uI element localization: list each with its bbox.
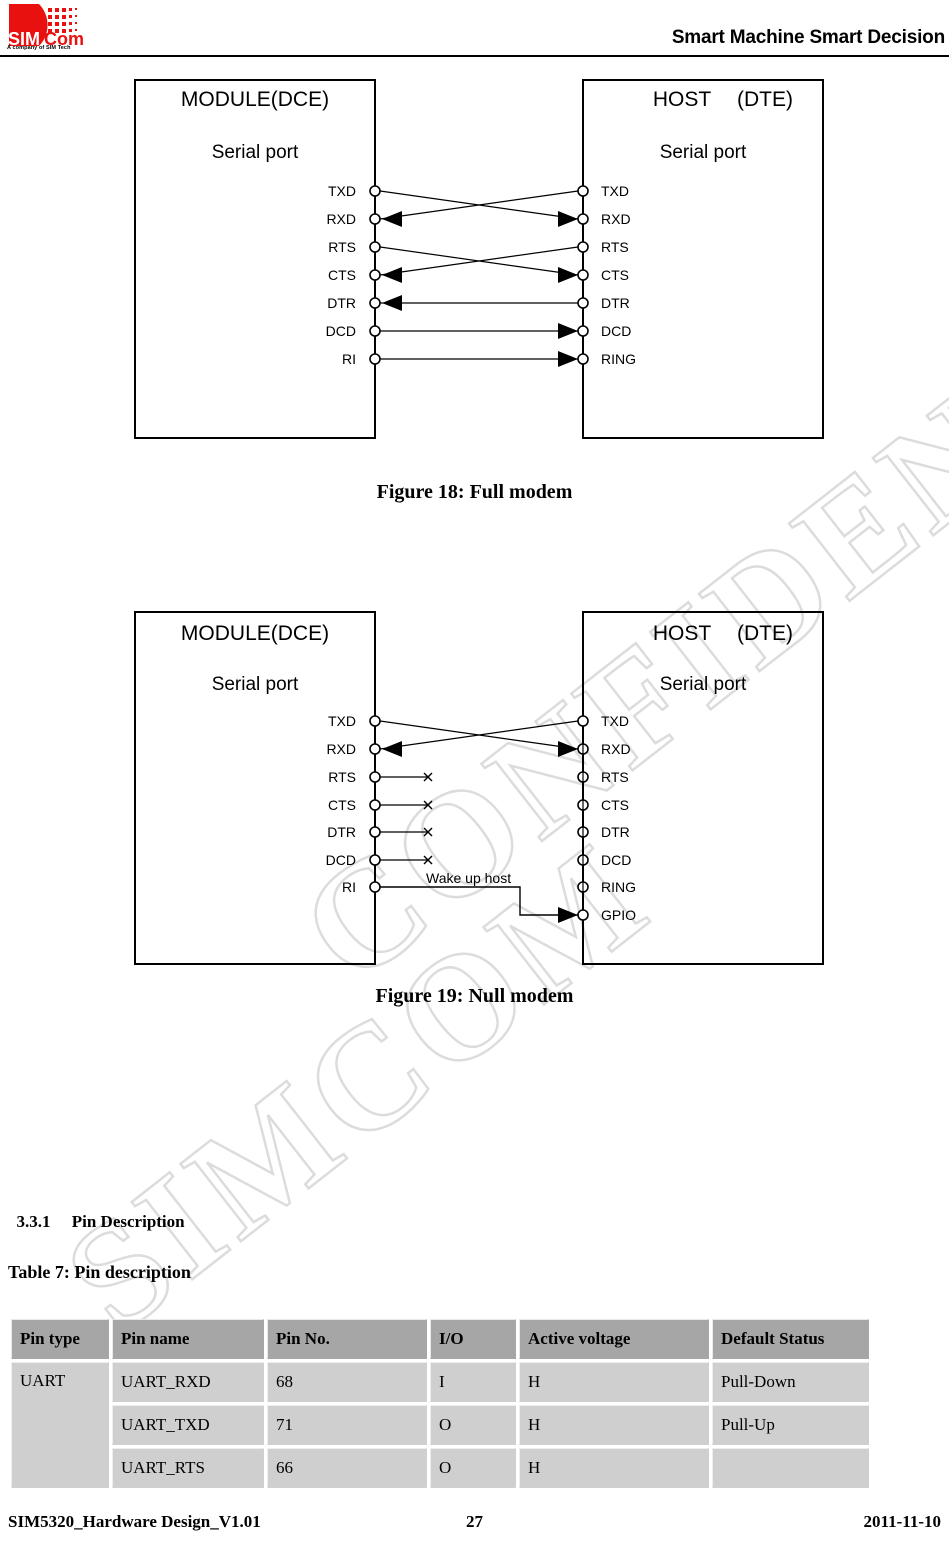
section-number: 3.3.1: [16, 1212, 51, 1231]
cell-pin-name: UART_RXD: [112, 1362, 264, 1402]
table-header-pin-name: Pin name: [112, 1319, 264, 1359]
table-header-status: Default Status: [712, 1319, 869, 1359]
cell-pin-type: UART: [11, 1362, 109, 1488]
fig18-left-pin-txd: TXD: [328, 183, 356, 199]
table-header-row: Pin type Pin name Pin No. I/O Active vol…: [11, 1319, 869, 1359]
fig19-right-pin-rxd: RXD: [601, 741, 631, 757]
cell-pin-no: 68: [267, 1362, 427, 1402]
fig19-module-box: [134, 611, 376, 965]
figure-18-caption: Figure 18: Full modem: [376, 481, 573, 503]
cell-pin-no: 66: [267, 1448, 427, 1488]
fig18-left-pin-dtr: DTR: [327, 295, 356, 311]
footer-date: 2011-11-10: [863, 1512, 941, 1531]
fig18-arrowheads: [382, 211, 578, 367]
fig18-connections: [379, 190, 579, 360]
fig19-left-pin-ri: RI: [342, 879, 356, 895]
fig19-left-pin-rxd: RXD: [326, 741, 356, 757]
cell-io: I: [430, 1362, 516, 1402]
fig18-right-pin-dcd: DCD: [601, 323, 631, 339]
fig19-right-pin-ring: RING: [601, 879, 636, 895]
fig19-left-pin-rts: RTS: [328, 769, 356, 785]
cell-pin-name: UART_RTS: [112, 1448, 264, 1488]
figure-19-null-modem: MODULE(DCE) Serial port TXD RXD RTS CTS …: [134, 611, 824, 965]
cell-voltage: H: [519, 1362, 709, 1402]
section-heading: 3.3.1 Pin Description: [8, 1192, 185, 1232]
fig19-x-terminators: [423, 772, 433, 865]
fig19-unconnected-stubs: [380, 776, 428, 861]
page-footer: SIM5320_Hardware Design_V1.01 27 2011-11…: [0, 1512, 949, 1548]
fig18-module-box: [134, 79, 376, 439]
table-header-io: I/O: [430, 1319, 516, 1359]
fig19-wake-up-arrowhead: [558, 907, 578, 923]
fig18-module-subtitle: Serial port: [212, 142, 299, 163]
header-title: Smart Machine Smart Decision: [671, 27, 945, 48]
cell-status: Pull-Down: [712, 1362, 869, 1402]
fig18-right-pin-rxd: RXD: [601, 211, 631, 227]
fig18-right-pin-ring: RING: [601, 351, 636, 367]
fig19-right-pin-dtr: DTR: [601, 824, 630, 840]
fig19-left-pin-txd: TXD: [328, 713, 356, 729]
fig19-module-subtitle: Serial port: [212, 674, 299, 695]
cell-io: O: [430, 1448, 516, 1488]
fig19-left-pin-dcd: DCD: [326, 852, 356, 868]
fig19-right-pin-txd: TXD: [601, 713, 629, 729]
fig18-right-pin-cts: CTS: [601, 267, 629, 283]
fig18-module-title: MODULE(DCE): [181, 88, 329, 111]
fig18-left-pin-ri: RI: [342, 351, 356, 367]
fig18-left-pin-dcd: DCD: [326, 323, 356, 339]
fig19-right-pin-rts: RTS: [601, 769, 629, 785]
cell-status: [712, 1448, 869, 1488]
cell-voltage: H: [519, 1405, 709, 1445]
cell-pin-name: UART_TXD: [112, 1405, 264, 1445]
fig18-host-subtitle: Serial port: [660, 142, 747, 163]
fig19-module-title: MODULE(DCE): [181, 622, 329, 645]
fig18-host-title-dte: (DTE): [737, 88, 793, 111]
fig19-host-title-dte: (DTE): [737, 622, 793, 645]
figure-19-caption: Figure 19: Null modem: [375, 985, 574, 1007]
fig19-left-pin-dtr: DTR: [327, 824, 356, 840]
header-divider: [0, 55, 949, 57]
section-title: Pin Description: [71, 1212, 185, 1231]
fig19-host-subtitle: Serial port: [660, 674, 747, 695]
fig19-right-pin-cts: CTS: [601, 797, 629, 813]
fig18-right-pin-rts: RTS: [601, 239, 629, 255]
fig18-host-title: HOST: [653, 88, 712, 111]
fig18-left-pin-rts: RTS: [328, 239, 356, 255]
fig19-right-pin-gpio: GPIO: [601, 907, 636, 923]
fig18-host-box: [582, 79, 824, 439]
fig18-right-pin-txd: TXD: [601, 183, 629, 199]
cell-pin-no: 71: [267, 1405, 427, 1445]
cell-status: Pull-Up: [712, 1405, 869, 1445]
table-row: UART_RTS 66 O H: [11, 1448, 869, 1488]
footer-page-number: 27: [466, 1512, 483, 1531]
fig19-data-connections: [379, 720, 579, 750]
logo-tagline: A company of SIM Tech: [7, 45, 71, 51]
fig19-host-title: HOST: [653, 622, 712, 645]
page-header: SIM Com A company of SIM Tech Smart Mach…: [0, 0, 949, 58]
table-header-pin-type: Pin type: [11, 1319, 109, 1359]
pin-description-table: Pin type Pin name Pin No. I/O Active vol…: [8, 1316, 872, 1491]
table-header-voltage: Active voltage: [519, 1319, 709, 1359]
table-row: UART_TXD 71 O H Pull-Up: [11, 1405, 869, 1445]
figure-18-full-modem: MODULE(DCE) Serial port TXD RXD RTS CTS …: [134, 79, 824, 439]
fig18-left-pin-rxd: RXD: [326, 211, 356, 227]
cell-io: O: [430, 1405, 516, 1445]
fig19-data-arrowheads: [382, 741, 578, 757]
fig19-left-pin-cts: CTS: [328, 797, 356, 813]
cell-voltage: H: [519, 1448, 709, 1488]
fig19-wake-up-host-label: Wake up host: [426, 870, 511, 886]
table-row: UART UART_RXD 68 I H Pull-Down: [11, 1362, 869, 1488]
fig19-wake-up-host-line: [380, 886, 578, 916]
fig18-left-pin-cts: CTS: [328, 267, 356, 283]
table-header-pin-no: Pin No.: [267, 1319, 427, 1359]
fig19-right-pin-dcd: DCD: [601, 852, 631, 868]
fig18-right-pin-dtr: DTR: [601, 295, 630, 311]
table-caption: Table 7: Pin description: [8, 1262, 191, 1282]
